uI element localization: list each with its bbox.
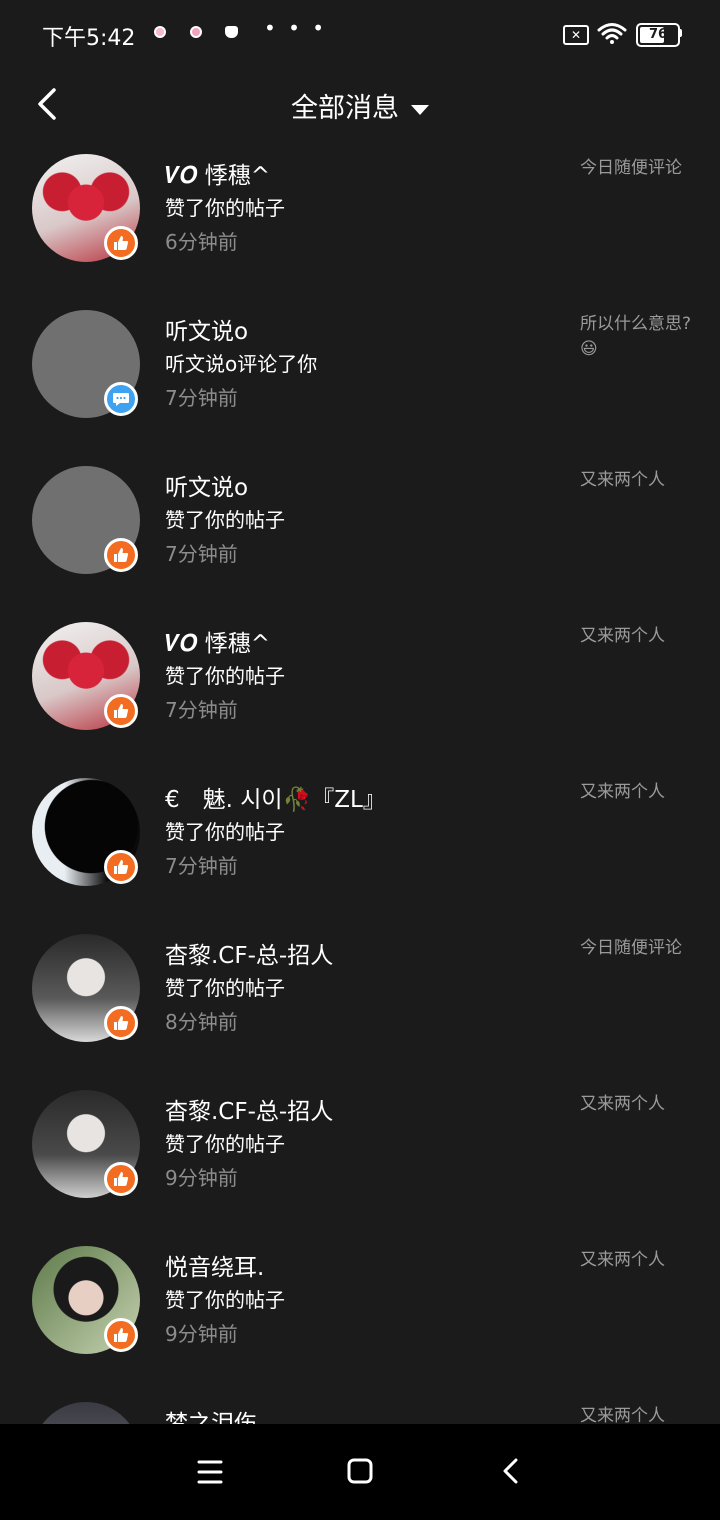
battery-icon: 76 bbox=[636, 23, 680, 47]
time-ago: 6分钟前 bbox=[165, 230, 238, 254]
time-ago: 8分钟前 bbox=[165, 1010, 238, 1034]
action-text: 赞了你的帖子 bbox=[165, 1288, 285, 1312]
message-item[interactable]: 听文说o 赞了你的帖子 7分钟前 又来两个人 bbox=[0, 452, 720, 608]
message-item[interactable]: 悦音绕耳. 赞了你的帖子 9分钟前 又来两个人 bbox=[0, 1232, 720, 1388]
battery-level: 76 bbox=[648, 27, 668, 42]
thumbs-up-icon bbox=[114, 548, 129, 562]
avatar[interactable] bbox=[32, 1402, 140, 1424]
message-filter-dropdown[interactable]: 全部消息 bbox=[0, 86, 720, 125]
post-preview[interactable]: 又来两个人 bbox=[580, 624, 695, 649]
like-badge bbox=[104, 1162, 138, 1196]
time-ago: 7分钟前 bbox=[165, 386, 238, 410]
thumbs-up-icon bbox=[114, 704, 129, 718]
like-badge bbox=[104, 538, 138, 572]
like-badge bbox=[104, 694, 138, 728]
time-ago: 9分钟前 bbox=[165, 1322, 238, 1346]
thumbs-up-icon bbox=[114, 1172, 129, 1186]
time-ago: 7分钟前 bbox=[165, 542, 238, 566]
home-button[interactable] bbox=[340, 1454, 380, 1490]
status-bar: 下午5:42 • • • ✕ 76 bbox=[0, 0, 720, 70]
action-text: 赞了你的帖子 bbox=[165, 820, 285, 844]
message-item[interactable]: 听文说o 听文说o评论了你 7分钟前 所以什么意思? 😃 bbox=[0, 296, 720, 452]
post-preview[interactable]: 所以什么意思? 😃 bbox=[580, 312, 695, 362]
user-name[interactable]: 𝑽𝑶 悸穗^ bbox=[165, 624, 270, 658]
thumbs-up-icon bbox=[114, 860, 129, 874]
caret-down-icon bbox=[411, 104, 429, 115]
action-text: 听文说o评论了你 bbox=[165, 352, 318, 376]
like-badge bbox=[104, 850, 138, 884]
user-name[interactable]: 梦之泪伤 bbox=[165, 1404, 257, 1424]
recent-apps-button[interactable] bbox=[190, 1454, 230, 1490]
user-name[interactable]: 听文说o bbox=[165, 312, 248, 346]
like-badge bbox=[104, 1318, 138, 1352]
system-nav-bar bbox=[0, 1424, 720, 1520]
post-preview[interactable]: 又来两个人 bbox=[580, 1248, 695, 1273]
user-name[interactable]: 杳黎.CF-总-招人 bbox=[165, 936, 333, 970]
status-time: 下午5:42 bbox=[42, 26, 136, 51]
post-preview[interactable]: 又来两个人 bbox=[580, 1404, 695, 1424]
wifi-icon bbox=[597, 23, 627, 44]
time-ago: 7分钟前 bbox=[165, 854, 238, 878]
no-sim-icon: ✕ bbox=[563, 25, 589, 45]
action-text: 赞了你的帖子 bbox=[165, 976, 285, 1000]
like-badge bbox=[104, 226, 138, 260]
thumbs-up-icon bbox=[114, 1328, 129, 1342]
action-text: 赞了你的帖子 bbox=[165, 1132, 285, 1156]
user-name[interactable]: 悦音绕耳. bbox=[165, 1248, 264, 1282]
notification-dot-icon bbox=[190, 26, 202, 38]
time-ago: 7分钟前 bbox=[165, 698, 238, 722]
message-item[interactable]: 梦之泪伤 又来两个人 bbox=[0, 1388, 720, 1424]
page-title: 全部消息 bbox=[291, 93, 399, 124]
header: 全部消息 bbox=[0, 70, 720, 140]
battery-tip bbox=[679, 29, 682, 37]
action-text: 赞了你的帖子 bbox=[165, 664, 285, 688]
message-item[interactable]: 𝑽𝑶 悸穗^ 赞了你的帖子 7分钟前 又来两个人 bbox=[0, 608, 720, 764]
app-notification-icon bbox=[225, 26, 238, 38]
message-item[interactable]: 杳黎.CF-总-招人 赞了你的帖子 9分钟前 又来两个人 bbox=[0, 1076, 720, 1232]
post-preview[interactable]: 又来两个人 bbox=[580, 780, 695, 805]
more-notifications-icon: • • • bbox=[264, 16, 328, 40]
post-preview[interactable]: 又来两个人 bbox=[580, 468, 695, 493]
time-ago: 9分钟前 bbox=[165, 1166, 238, 1190]
thumbs-up-icon bbox=[114, 236, 129, 250]
notification-dot-icon bbox=[154, 26, 166, 38]
action-text: 赞了你的帖子 bbox=[165, 508, 285, 532]
post-preview[interactable]: 今日随便评论 bbox=[580, 156, 695, 181]
user-name[interactable]: € 魅. 시이🥀『ZL』 bbox=[165, 780, 386, 814]
user-name[interactable]: 听文说o bbox=[165, 468, 248, 502]
user-name[interactable]: 杳黎.CF-总-招人 bbox=[165, 1092, 333, 1126]
comment-icon bbox=[113, 393, 129, 406]
user-name[interactable]: 𝑽𝑶 悸穗^ bbox=[165, 156, 270, 190]
back-nav-button[interactable] bbox=[492, 1454, 532, 1490]
message-item[interactable]: 杳黎.CF-总-招人 赞了你的帖子 8分钟前 今日随便评论 bbox=[0, 920, 720, 1076]
like-badge bbox=[104, 1006, 138, 1040]
message-item[interactable]: 𝑽𝑶 悸穗^ 赞了你的帖子 6分钟前 今日随便评论 bbox=[0, 140, 720, 296]
thumbs-up-icon bbox=[114, 1016, 129, 1030]
message-item[interactable]: € 魅. 시이🥀『ZL』 赞了你的帖子 7分钟前 又来两个人 bbox=[0, 764, 720, 920]
post-preview[interactable]: 今日随便评论 bbox=[580, 936, 695, 961]
message-list[interactable]: 𝑽𝑶 悸穗^ 赞了你的帖子 6分钟前 今日随便评论 听文说o 听文说o评论了你 … bbox=[0, 140, 720, 1424]
action-text: 赞了你的帖子 bbox=[165, 196, 285, 220]
comment-badge bbox=[104, 382, 138, 416]
post-preview[interactable]: 又来两个人 bbox=[580, 1092, 695, 1117]
